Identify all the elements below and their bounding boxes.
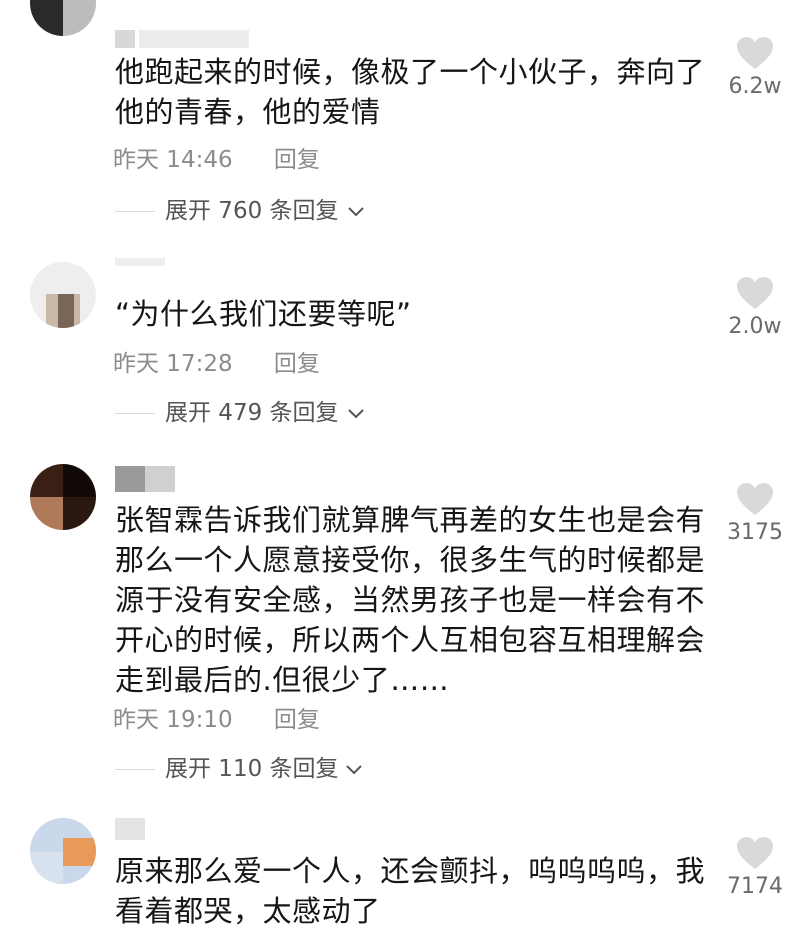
reply-button[interactable]: 回复: [274, 707, 320, 733]
chevron-down-icon: [348, 409, 364, 419]
avatar[interactable]: [30, 464, 96, 530]
comment-time: 昨天 14:46: [113, 147, 233, 173]
heart-icon: [737, 483, 773, 515]
expand-replies-label: 展开 110 条回复: [165, 756, 339, 782]
avatar[interactable]: [30, 262, 96, 328]
divider: [115, 413, 155, 414]
like-count: 7174: [727, 874, 783, 899]
reply-button[interactable]: 回复: [274, 147, 320, 173]
comment-time: 昨天 17:28: [113, 351, 233, 377]
comment-text: 原来那么爱一个人，还会颤抖，呜呜呜呜，我 看着都哭，太感动了: [115, 854, 706, 928]
like-button[interactable]: 2.0w: [720, 276, 790, 339]
comment-text: 他跑起来的时候，像极了一个小伙子，奔向了 他的青春，他的爱情: [115, 55, 706, 129]
divider: [115, 211, 155, 212]
like-count: 2.0w: [728, 314, 782, 339]
comment-meta: 昨天 17:28 回复: [113, 344, 320, 378]
avatar[interactable]: [30, 0, 96, 36]
username-redacted[interactable]: [115, 30, 255, 50]
expand-replies-label: 展开 760 条回复: [165, 198, 339, 224]
expand-replies-button[interactable]: 展开 110 条回复: [115, 754, 375, 784]
username-redacted[interactable]: [115, 258, 175, 278]
comment-text: 张智霖告诉我们就算脾气再差的女生也是会有 那么一个人愿意接受你，很多生气的时候都…: [115, 503, 706, 697]
like-button[interactable]: 6.2w: [720, 36, 790, 99]
avatar[interactable]: [30, 818, 96, 884]
like-count: 6.2w: [728, 74, 782, 99]
heart-icon: [737, 277, 773, 309]
comment-text: “为什么我们还要等呢”: [115, 297, 412, 331]
expand-replies-button[interactable]: 展开 760 条回复: [115, 196, 375, 226]
like-count: 3175: [727, 520, 783, 545]
heart-icon: [737, 37, 773, 69]
comment-meta: 昨天 14:46 回复: [113, 140, 320, 174]
divider: [115, 769, 155, 770]
username-redacted[interactable]: [115, 466, 205, 492]
heart-icon: [737, 837, 773, 869]
like-button[interactable]: 7174: [720, 836, 790, 899]
expand-replies-label: 展开 479 条回复: [165, 400, 339, 426]
username-redacted[interactable]: [115, 818, 155, 840]
comment-time: 昨天 19:10: [113, 707, 233, 733]
reply-button[interactable]: 回复: [274, 351, 320, 377]
chevron-down-icon: [348, 207, 364, 217]
comment-meta: 昨天 19:10 回复: [113, 700, 320, 734]
expand-replies-button[interactable]: 展开 479 条回复: [115, 398, 375, 428]
like-button[interactable]: 3175: [720, 482, 790, 545]
chevron-down-icon: [346, 765, 362, 775]
